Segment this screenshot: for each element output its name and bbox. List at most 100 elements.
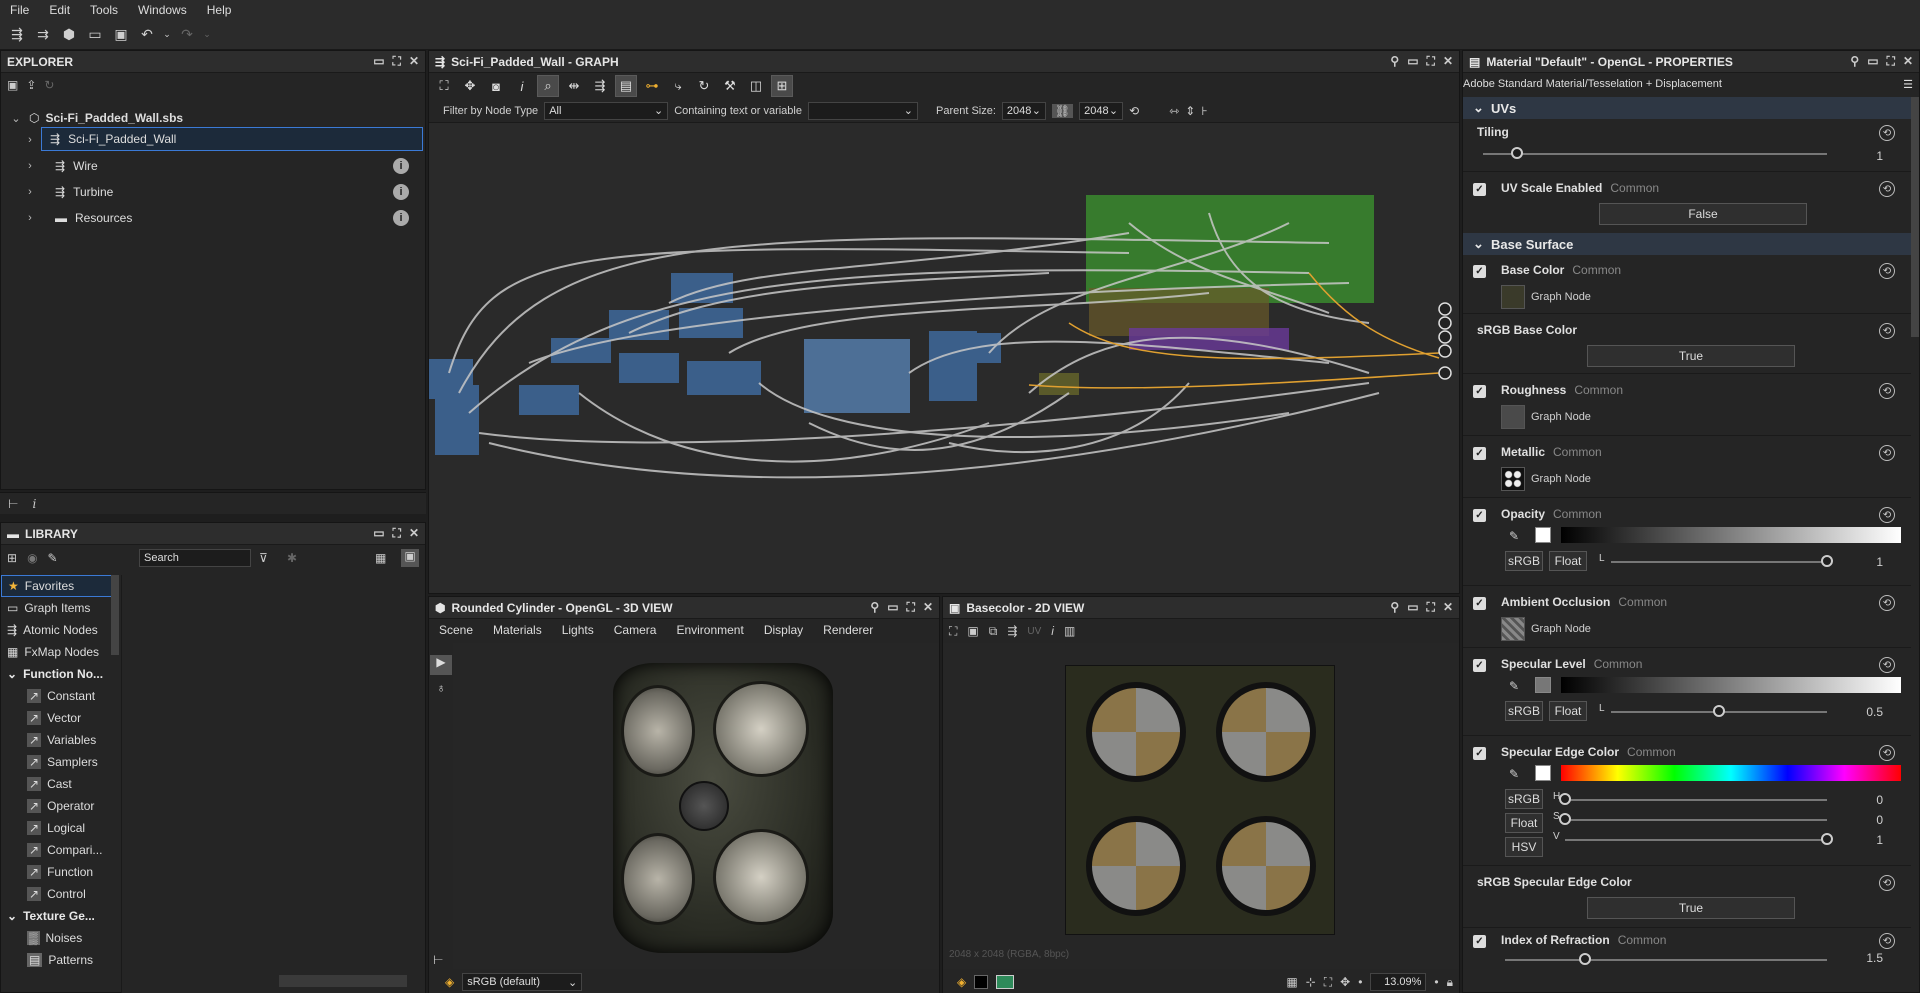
maximize-icon[interactable]: ⛶ <box>907 600 915 615</box>
library-section-texture-generators[interactable]: ⌄ Texture Ge... <box>1 905 113 927</box>
light-icon[interactable]: ♁ <box>430 681 452 701</box>
properties-scrollbar[interactable] <box>1911 97 1919 337</box>
opacity-gradient[interactable] <box>1561 527 1901 543</box>
spec-level-gradient[interactable] <box>1561 677 1901 693</box>
reset-icon[interactable]: ⟲ <box>1879 263 1895 279</box>
reload-icon[interactable]: ↻ <box>44 78 54 92</box>
copy-icon[interactable]: ⧉ <box>989 624 998 639</box>
library-item-constant[interactable]: ↗ Constant <box>1 685 113 707</box>
maximize-icon[interactable]: ⛶ <box>1427 600 1435 615</box>
menu-file[interactable]: File <box>0 3 39 17</box>
ao-checkbox[interactable]: ✓ <box>1473 597 1486 610</box>
filter-icon[interactable]: ⊽ <box>259 551 268 565</box>
eyedropper-icon[interactable]: ✎ <box>1509 767 1519 781</box>
float-icon[interactable]: ▭ <box>887 600 898 615</box>
reset-icon[interactable]: ⟲ <box>1879 745 1895 761</box>
menu-scene[interactable]: Scene <box>429 623 483 637</box>
library-item-variables[interactable]: ↗ Variables <box>1 729 113 751</box>
expand-icon[interactable]: › <box>23 186 37 198</box>
align-horizontal-icon[interactable]: ⇿ <box>1169 104 1179 118</box>
parent-width-select[interactable]: 2048 ⌄ <box>1001 101 1046 120</box>
close-icon[interactable]: ✕ <box>923 600 933 615</box>
edit-icon[interactable]: ✎ <box>48 551 58 565</box>
lock-icon[interactable]: 🔒︎ <box>1447 975 1453 990</box>
s-slider-track[interactable] <box>1565 819 1827 821</box>
info-icon[interactable]: i <box>393 158 409 174</box>
tiling-slider-track[interactable] <box>1483 153 1827 155</box>
pan-icon[interactable]: ✥ <box>1340 975 1350 989</box>
spec-level-swatch[interactable] <box>1535 677 1551 693</box>
ior-slider-track[interactable] <box>1505 959 1827 961</box>
collapse-icon[interactable]: ⌄ <box>7 909 17 923</box>
save-package-icon[interactable]: ▣ <box>7 78 18 92</box>
menu-camera[interactable]: Camera <box>604 623 667 637</box>
containing-text-select[interactable]: ⌄ <box>807 101 918 120</box>
menu-renderer[interactable]: Renderer <box>813 623 883 637</box>
tile-grid-icon[interactable]: ▦ <box>1286 975 1297 989</box>
pin-icon[interactable]: ⚲ <box>1850 54 1859 69</box>
fit-view-icon[interactable]: ⛶ <box>1324 975 1332 990</box>
fit-icon[interactable]: ⛶ <box>949 624 957 639</box>
spec-edge-hsv-button[interactable]: HSV <box>1505 837 1543 857</box>
library-category-atomic-nodes[interactable]: ⇶ Atomic Nodes <box>1 619 113 641</box>
tree-item-wire[interactable]: › ⇶ Wire i <box>23 153 423 179</box>
library-category-graph-items[interactable]: ▭ Graph Items <box>1 597 113 619</box>
library-category-favorites[interactable]: ★ Favorites <box>1 575 113 597</box>
v-slider-track[interactable] <box>1565 839 1827 841</box>
tree-item-resources[interactable]: › ▬ Resources i <box>23 205 423 231</box>
redo-dropdown-icon[interactable]: ⌄ <box>202 24 212 46</box>
tiling-slider-knob[interactable] <box>1511 147 1524 159</box>
v-slider-knob[interactable] <box>1821 833 1833 845</box>
expand-icon[interactable]: › <box>23 160 37 172</box>
library-item-function[interactable]: ↗ Function <box>1 861 113 883</box>
rotate-icon[interactable]: ↻ <box>693 75 715 97</box>
eyedropper-icon[interactable]: ✎ <box>1509 679 1519 693</box>
eyedropper-icon[interactable]: ✎ <box>1509 529 1519 543</box>
list-view-icon[interactable]: ▣ <box>401 549 419 567</box>
spec-edge-float-button[interactable]: Float <box>1505 813 1543 833</box>
spec-edge-swatch[interactable] <box>1535 765 1551 781</box>
redo-icon[interactable]: ↷ <box>176 24 198 46</box>
pin-icon[interactable]: ⚲ <box>1390 600 1399 615</box>
collapse-icon[interactable]: ⌄ <box>9 112 23 125</box>
roughness-thumbnail[interactable] <box>1501 405 1525 429</box>
collapse-icon[interactable]: ⌄ <box>1473 236 1484 252</box>
maximize-icon[interactable]: ⛶ <box>393 526 401 541</box>
grid-snap-icon[interactable]: ⊞ <box>771 75 793 97</box>
maximize-icon[interactable]: ⛶ <box>393 54 401 69</box>
srgb-base-color-button[interactable]: True <box>1587 345 1795 367</box>
spec-edge-checkbox[interactable]: ✓ <box>1473 747 1486 760</box>
library-item-logical[interactable]: ↗ Logical <box>1 817 113 839</box>
view2d-viewport[interactable]: 2048 x 2048 (RGBA, 8bpc) <box>943 643 1459 969</box>
info-icon[interactable]: i <box>1051 624 1054 638</box>
float-icon[interactable]: ▭ <box>1407 600 1418 615</box>
opacity-swatch[interactable] <box>1535 527 1551 543</box>
info-icon[interactable]: i <box>393 184 409 200</box>
close-icon[interactable]: ✕ <box>1443 600 1453 615</box>
float-icon[interactable]: ▭ <box>373 54 384 69</box>
close-icon[interactable]: ✕ <box>409 526 419 541</box>
expand-icon[interactable]: › <box>23 212 37 224</box>
align-icon[interactable]: ⇹ <box>563 75 585 97</box>
camera-icon[interactable]: ▶ <box>430 655 452 675</box>
tree-item-sci-fi-padded-wall[interactable]: ⇶ Sci-Fi_Padded_Wall <box>41 127 423 151</box>
tools-icon[interactable]: ⚒ <box>719 75 741 97</box>
node-type-select[interactable]: All ⌄ <box>544 101 669 120</box>
library-category-fxmap-nodes[interactable]: ▦ FxMap Nodes <box>1 641 113 663</box>
opacity-checkbox[interactable]: ✓ <box>1473 509 1486 522</box>
new-function-icon[interactable]: ⇉ <box>32 24 54 46</box>
uv-scale-value-button[interactable]: False <box>1599 203 1807 225</box>
distribute-icon[interactable]: ⊦ <box>1201 104 1207 118</box>
menu-display[interactable]: Display <box>754 623 813 637</box>
float-icon[interactable]: ▭ <box>1407 54 1418 69</box>
metallic-checkbox[interactable]: ✓ <box>1473 447 1486 460</box>
reset-icon[interactable]: ⟲ <box>1879 657 1895 673</box>
metallic-thumbnail[interactable] <box>1501 467 1525 491</box>
menu-tools[interactable]: Tools <box>80 3 128 17</box>
tree-item-turbine[interactable]: › ⇶ Turbine i <box>23 179 423 205</box>
display-options-icon[interactable]: ▤ <box>615 75 637 97</box>
layout-icon[interactable]: ⇶ <box>589 75 611 97</box>
library-item-comparison[interactable]: ↗ Compari... <box>1 839 113 861</box>
italic-info-icon[interactable]: i <box>32 497 36 511</box>
reset-icon[interactable]: ⟲ <box>1879 595 1895 611</box>
